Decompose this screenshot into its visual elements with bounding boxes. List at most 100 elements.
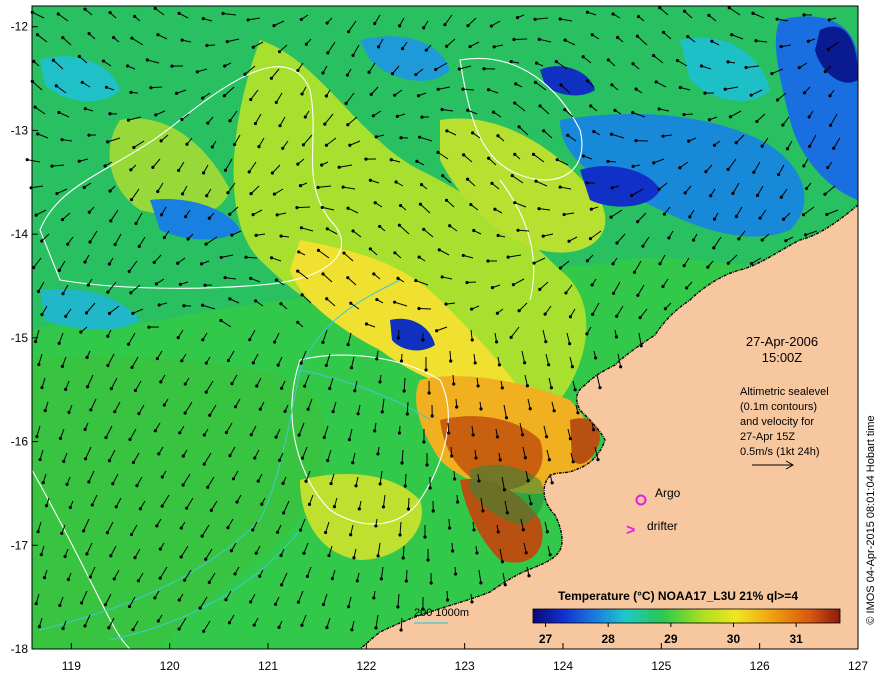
velocity-arrow-head — [469, 202, 473, 207]
velocity-arrow-head — [445, 44, 449, 48]
time-label: 15:00Z — [762, 350, 803, 365]
velocity-arrow-head — [495, 435, 500, 439]
velocity-arrow-head — [131, 311, 135, 315]
velocity-arrow-head — [87, 210, 91, 214]
velocity-arrow-head — [466, 23, 470, 28]
velocity-arrow-head — [157, 303, 161, 307]
velocity-arrow-head — [751, 11, 755, 15]
velocity-arrow-head — [108, 112, 112, 116]
velocity-arrow-head — [230, 233, 234, 237]
velocity-arrow-head — [183, 215, 188, 219]
velocity-arrow-head — [85, 552, 89, 556]
velocity-arrow-head — [662, 212, 667, 216]
velocity-arrow-head — [374, 135, 378, 139]
velocity-arrow-head — [373, 201, 377, 205]
velocity-arrow-head — [496, 233, 500, 238]
velocity-arrow-head — [706, 265, 710, 269]
velocity-arrow-head — [576, 411, 580, 415]
velocity-arrow-head — [487, 156, 491, 160]
velocity-arrow-head — [83, 7, 87, 11]
velocity-arrow-head — [277, 50, 282, 54]
velocity-arrow-head — [466, 108, 470, 112]
velocity-arrow-head — [206, 485, 210, 489]
velocity-arrow-head — [135, 484, 139, 488]
velocity-arrow-head — [826, 47, 830, 51]
velocity-arrow-head — [180, 192, 185, 196]
velocity-arrow-head — [687, 139, 691, 143]
velocity-arrow-head — [51, 58, 55, 62]
velocity-arrow-head — [63, 554, 67, 559]
velocity-arrow-head — [588, 237, 593, 241]
velocity-arrow-head — [434, 67, 438, 72]
velocity-arrow-head — [251, 528, 255, 532]
velocity-arrow-head — [352, 556, 356, 560]
velocity-arrow-head — [106, 334, 110, 338]
velocity-arrow-head — [379, 577, 383, 581]
velocity-arrow-head — [398, 533, 402, 537]
velocity-arrow-head — [558, 266, 563, 270]
velocity-arrow-head — [219, 318, 223, 323]
velocity-arrow-head — [513, 152, 517, 156]
velocity-arrow-head — [83, 457, 88, 461]
velocity-arrow-head — [443, 23, 447, 27]
velocity-arrow-head — [462, 153, 466, 157]
velocity-arrow-head — [157, 452, 161, 456]
velocity-arrow-head — [509, 59, 513, 64]
velocity-arrow-head — [636, 15, 641, 19]
note-line: 27-Apr 15Z — [740, 431, 795, 443]
velocity-arrow-head — [34, 339, 38, 344]
colorbar-title: Temperature (°C) NOAA17_L3U 21% ql>=4 — [558, 589, 798, 603]
velocity-arrow-head — [389, 158, 393, 162]
velocity-arrow-head — [566, 133, 570, 137]
velocity-arrow-head — [177, 11, 181, 15]
velocity-arrow-head — [368, 247, 372, 251]
velocity-arrow-head — [481, 509, 485, 513]
velocity-arrow-head — [201, 171, 206, 175]
colorbar-tick-label: 27 — [539, 632, 553, 646]
velocity-arrow-head — [429, 581, 433, 585]
velocity-arrow-head — [325, 625, 329, 630]
velocity-arrow-head — [155, 524, 159, 528]
velocity-arrow-head — [82, 529, 86, 533]
velocity-arrow-head — [770, 71, 774, 76]
velocity-arrow-head — [634, 139, 638, 143]
velocity-arrow-head — [170, 64, 174, 68]
velocity-arrow-head — [455, 405, 459, 409]
velocity-arrow-head — [804, 186, 809, 191]
velocity-arrow-head — [206, 121, 210, 125]
velocity-arrow-head — [208, 413, 212, 417]
velocity-arrow-head — [126, 342, 131, 346]
velocity-arrow-head — [88, 575, 92, 579]
velocity-arrow-head — [472, 228, 476, 233]
velocity-arrow-head — [327, 553, 331, 558]
velocity-arrow-head — [450, 454, 454, 458]
velocity-arrow-head — [760, 144, 764, 148]
velocity-arrow-head — [606, 159, 610, 163]
velocity-arrow-head — [224, 598, 228, 602]
velocity-arrow-head — [320, 205, 324, 210]
velocity-arrow-head — [109, 554, 113, 558]
velocity-arrow-head — [424, 368, 428, 372]
velocity-arrow-head — [399, 136, 403, 140]
velocity-arrow-head — [77, 159, 81, 163]
velocity-arrow-head — [492, 45, 496, 49]
velocity-arrow-head — [523, 456, 527, 460]
velocity-arrow-head — [581, 55, 585, 59]
velocity-arrow-head — [349, 301, 353, 305]
velocity-arrow-head — [300, 293, 304, 297]
velocity-arrow-head — [445, 129, 449, 133]
velocity-arrow-head — [685, 286, 689, 290]
velocity-arrow-head — [712, 217, 717, 221]
velocity-arrow-head — [321, 71, 325, 75]
velocity-arrow-head — [44, 504, 49, 508]
velocity-arrow-head — [152, 260, 156, 265]
colorbar-tick-label: 31 — [789, 632, 803, 646]
velocity-arrow-head — [159, 139, 163, 143]
argo-label: Argo — [655, 486, 681, 500]
velocity-arrow-head — [210, 145, 214, 149]
velocity-arrow-head — [456, 500, 460, 504]
velocity-arrow-head — [158, 547, 162, 551]
velocity-arrow-head — [307, 502, 312, 506]
velocity-arrow-head — [200, 96, 205, 100]
lat-tick-label: -17 — [11, 538, 29, 552]
